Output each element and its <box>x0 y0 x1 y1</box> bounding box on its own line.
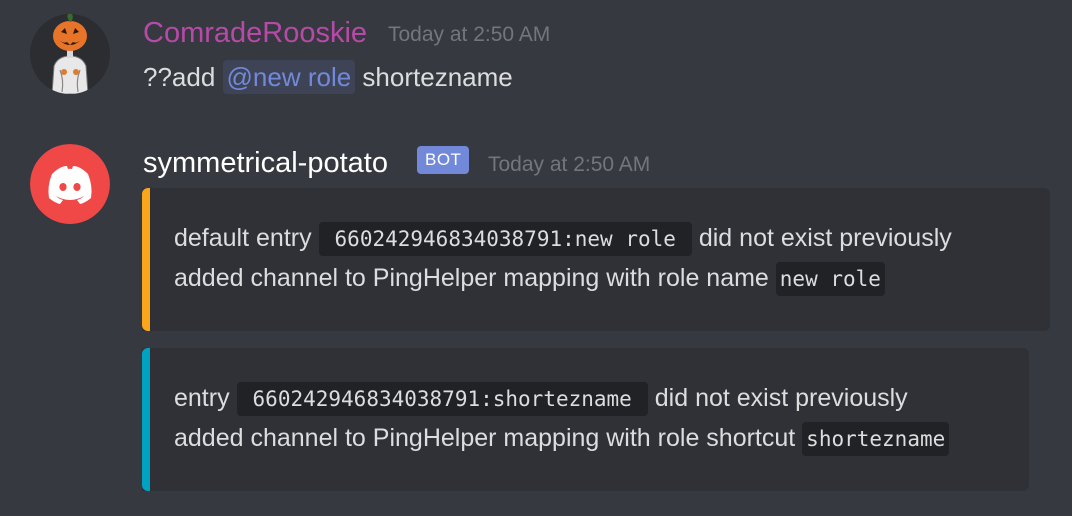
bot-badge: BOT <box>417 146 470 174</box>
message-content: ??add @new role shortezname <box>143 60 513 94</box>
inline-code: new role <box>775 262 885 297</box>
embed-text: entry <box>174 384 237 412</box>
embed-accent-bar <box>142 188 150 331</box>
message-timestamp: Today at 2:50 AM <box>488 153 651 176</box>
embed-text: did not exist previously <box>691 224 952 252</box>
discord-logo-icon <box>30 144 110 224</box>
inline-code: 660242946834038791:shortezname <box>236 382 648 417</box>
role-mention[interactable]: @new role <box>222 60 356 94</box>
embed-text: added channel to PingHelper mapping with… <box>174 264 776 292</box>
pumpkin-head-icon <box>30 14 110 94</box>
embed-line: added channel to PingHelper mapping with… <box>174 418 950 458</box>
embed-line: default entry 660242946834038791:new rol… <box>174 218 952 258</box>
inline-code: shortezname <box>802 422 950 457</box>
message-text-prefix: ??add <box>143 62 223 92</box>
embed-line: added channel to PingHelper mapping with… <box>174 258 885 298</box>
embed-accent-bar <box>142 348 150 491</box>
message-text-suffix: shortezname <box>355 62 513 92</box>
message-timestamp: Today at 2:50 AM <box>388 23 551 46</box>
embed-card: default entry 660242946834038791:new rol… <box>142 188 1050 331</box>
inline-code: 660242946834038791:new role <box>318 222 692 257</box>
chat-window: ComradeRooskie Today at 2:50 AM ??add @n… <box>0 0 1072 516</box>
avatar-symmetrical-potato[interactable] <box>30 144 110 224</box>
embed-text: did not exist previously <box>647 384 908 412</box>
embed-text: added channel to PingHelper mapping with… <box>174 424 803 452</box>
message-author[interactable]: symmetrical-potato <box>143 146 388 180</box>
embed-card: entry 660242946834038791:shortezname did… <box>142 348 1029 491</box>
embed-line: entry 660242946834038791:shortezname did… <box>174 378 908 418</box>
avatar-comraderooskie[interactable] <box>30 14 110 94</box>
message-author[interactable]: ComradeRooskie <box>143 16 367 50</box>
embed-text: default entry <box>174 224 319 252</box>
